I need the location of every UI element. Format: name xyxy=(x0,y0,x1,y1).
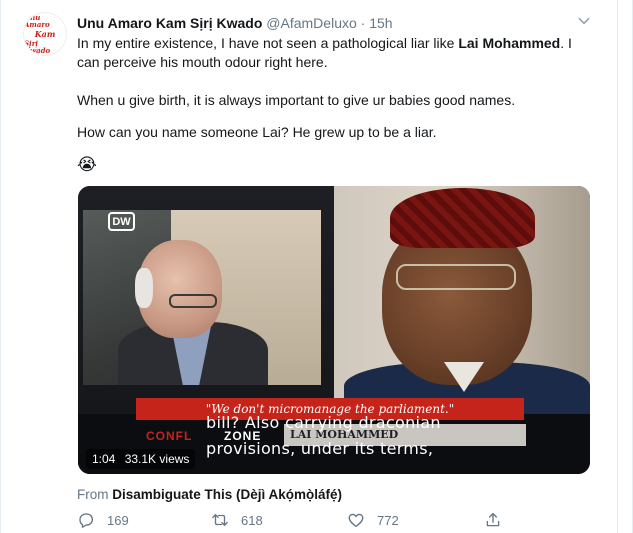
retweet-icon xyxy=(212,514,228,526)
subtitle-line-2: provisions, under its terms, xyxy=(206,439,434,458)
mentioned-name: Lai Mohammed xyxy=(458,35,561,51)
video-info-chip: 1:04 33.1K views xyxy=(86,449,196,469)
tweet-card[interactable]: Unu Amaro Kam Sịrị Kwado Unu Amaro Kam S… xyxy=(0,0,633,533)
tweet-paragraph-2: When u give birth, it is always importan… xyxy=(77,92,516,108)
retweet-button[interactable]: 618 xyxy=(211,510,263,530)
like-count: 772 xyxy=(377,512,399,528)
from-attribution: From Disambiguate This (Dèjì Akọ́mọ̀láfẹ… xyxy=(77,486,342,504)
reply-button[interactable]: 169 xyxy=(77,510,129,530)
tweet-time[interactable]: 15h xyxy=(369,15,392,31)
video-left-panel: DW xyxy=(78,186,334,414)
video-player[interactable]: DW "We don't micromanage the parliament.… xyxy=(78,186,590,474)
view-count: 33.1K views xyxy=(124,452,190,466)
reply-count: 169 xyxy=(107,512,129,528)
interviewer-frame xyxy=(83,210,321,385)
reply-icon xyxy=(79,513,94,528)
dw-logo: DW xyxy=(108,212,135,231)
tweet-header: Unu Amaro Kam Sịrị Kwado @AfamDeluxo · 1… xyxy=(77,14,393,32)
tweet-actions: 169 618 772 xyxy=(77,510,527,530)
avatar-text-line3: Sịrị Kwado xyxy=(24,39,51,55)
tweet-paragraph-3: How can you name someone Lai? He grew up… xyxy=(77,124,437,140)
chevron-down-icon[interactable] xyxy=(577,14,591,28)
paragraph1-text-a: In my entire existence, I have not seen … xyxy=(77,35,459,51)
show-title-left: CONFL xyxy=(146,429,193,443)
like-button[interactable]: 772 xyxy=(347,510,399,530)
avatar[interactable]: Unu Amaro Kam Sịrị Kwado xyxy=(23,12,67,56)
video-right-panel xyxy=(334,186,590,414)
video-duration: 1:04 xyxy=(92,452,116,466)
retweet-count: 618 xyxy=(241,512,263,528)
avatar-text-line2: Kam xyxy=(34,29,56,39)
crying-emoji: 😭 xyxy=(77,155,97,174)
user-handle[interactable]: @AfamDeluxo xyxy=(266,15,356,31)
tweet-paragraph-1: In my entire existence, I have not seen … xyxy=(77,34,587,72)
share-button[interactable] xyxy=(484,510,514,530)
avatar-text-line1: Unu Amaro xyxy=(24,13,50,29)
separator-dot: · xyxy=(360,15,366,31)
source-account-link[interactable]: Disambiguate This (Dèjì Akọ́mọ̀láfẹ́) xyxy=(112,487,342,502)
heart-icon xyxy=(348,513,364,528)
display-name[interactable]: Unu Amaro Kam Sịrị Kwado xyxy=(77,15,262,31)
from-label: From xyxy=(77,487,109,502)
share-icon xyxy=(486,512,500,527)
subtitle-line-1: bill? Also carrying draconian xyxy=(206,413,441,432)
